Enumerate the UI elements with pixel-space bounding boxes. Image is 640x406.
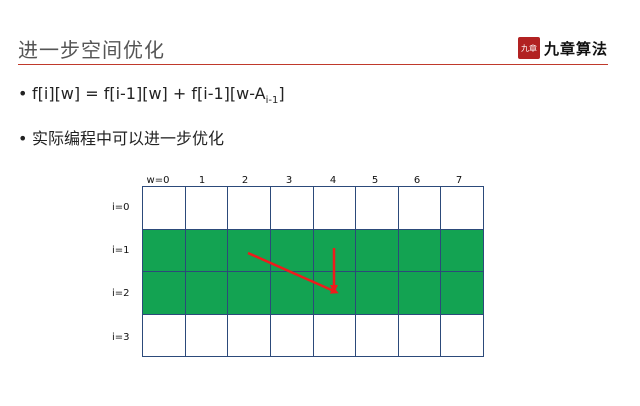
row-label-1: i=1 [112,245,130,256]
col-label-0: w=0 [146,175,170,186]
col-label-5: 5 [371,175,379,186]
row-label-2: i=2 [112,288,130,299]
col-label-2: 2 [241,175,249,186]
formula-subscript: i-1 [265,95,279,107]
formula-text: f[i][w] = f[i-1][w] + f[i-1][w-A [32,84,266,103]
title-divider [18,64,608,65]
col-label-3: 3 [285,175,293,186]
dp-table [142,186,484,357]
row-label-3: i=3 [112,332,130,343]
row-label-0: i=0 [112,202,130,213]
dependency-arrows [247,248,339,294]
bullet-dot: • [18,84,28,103]
slide-title: 进一步空间优化 [18,38,165,62]
bullet-dot: • [18,129,28,148]
bullet-optimize: • 实际编程中可以进一步优化 [18,125,224,149]
logo-seal-icon: 九章 [518,37,540,59]
col-label-6: 6 [413,175,421,186]
bullet-text: 实际编程中可以进一步优化 [32,129,225,148]
bullet-formula: • f[i][w] = f[i-1][w] + f[i-1][w-Ai-1] [18,84,285,106]
col-label-4: 4 [329,175,337,186]
logo-name: 九章算法 [544,39,609,58]
col-label-7: 7 [455,175,463,186]
formula-end: ] [278,84,285,103]
arrow-diagonal [247,251,339,294]
brand-logo: 九章 九章算法 [518,36,608,60]
col-label-1: 1 [198,175,206,186]
